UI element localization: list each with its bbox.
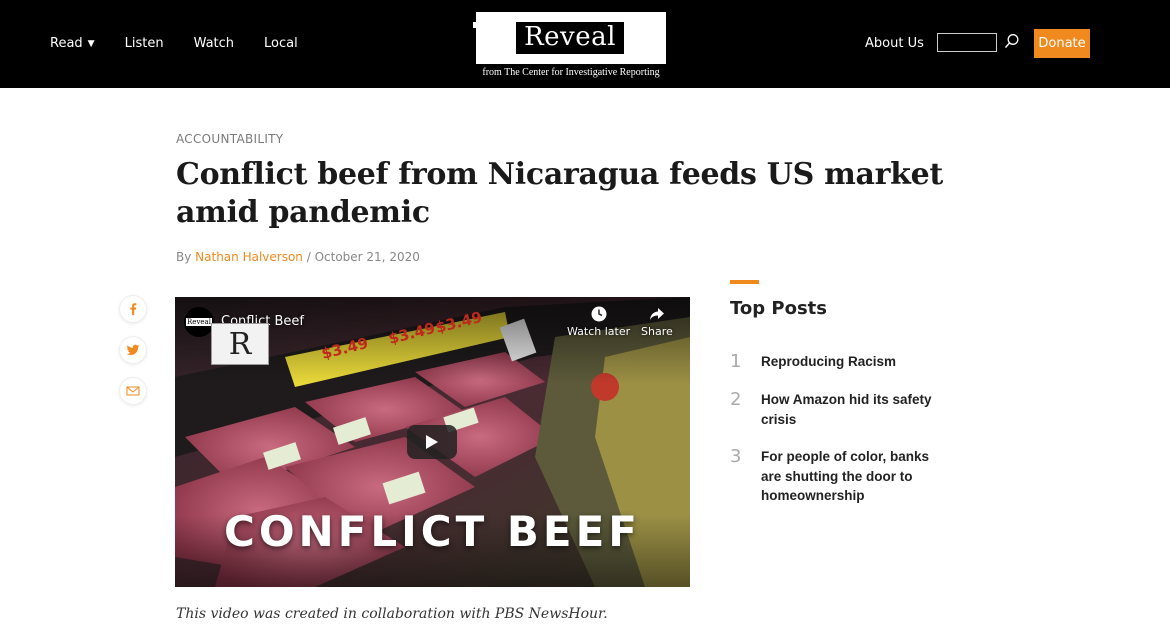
search-icon[interactable] (1004, 33, 1020, 49)
nav-local-label: Local (264, 36, 298, 51)
about-us-link[interactable]: About Us (865, 36, 924, 51)
share-video-label: Share (641, 325, 673, 338)
nav-read-label: Read (50, 36, 83, 51)
share-twitter-button[interactable] (119, 336, 147, 364)
post-title-link[interactable]: How Amazon hid its safety crisis (761, 390, 946, 429)
post-rank: 2 (730, 389, 742, 410)
nav-listen[interactable]: Listen (125, 36, 164, 51)
clock-icon (591, 306, 607, 322)
channel-logo[interactable]: Reveal (184, 307, 214, 337)
nav-local[interactable]: Local (264, 36, 298, 51)
watch-later-button[interactable]: Watch later (567, 305, 630, 338)
post-rank: 3 (730, 446, 742, 467)
post-title-link[interactable]: Reproducing Racism (761, 352, 946, 372)
site-header: Read ▼ Listen Watch Local Reveal from Th… (0, 0, 1170, 88)
share-email-button[interactable] (119, 377, 147, 405)
top-post-item[interactable]: 1 Reproducing Racism (730, 352, 946, 372)
nav-watch-label: Watch (193, 36, 235, 51)
sidebar-accent-bar (730, 280, 759, 284)
author-link[interactable]: Nathan Halverson (195, 250, 303, 264)
article-title: Conflict beef from Nicaragua feeds US ma… (176, 157, 943, 230)
post-title-link[interactable]: For people of color, banks are shutting … (761, 447, 946, 506)
nav-watch[interactable]: Watch (194, 36, 234, 51)
twitter-icon (126, 344, 140, 356)
video-credit-note: This video was created in collaboration … (176, 606, 608, 622)
nav-read[interactable]: Read ▼ (50, 36, 95, 51)
share-video-button[interactable]: Share (641, 305, 673, 338)
facebook-icon (130, 303, 137, 315)
byline: By Nathan Halverson / October 21, 2020 (176, 250, 420, 264)
video-overlay-text: CONFLICT BEEF (224, 507, 641, 556)
email-icon (126, 386, 140, 396)
search-input[interactable] (937, 33, 997, 52)
share-arrow-icon (649, 308, 664, 320)
top-post-item[interactable]: 3 For people of color, banks are shuttin… (730, 447, 946, 506)
video-player[interactable]: $3.49 $3.49 $3.49 Reveal Conflict Beef R W… (175, 297, 690, 587)
caret-down-icon: ▼ (87, 38, 95, 49)
byline-prefix: By (176, 250, 196, 264)
site-logo[interactable]: Reveal from The Center for Investigative… (473, 10, 668, 80)
primary-nav: Read ▼ Listen Watch Local (50, 36, 328, 51)
post-rank: 1 (730, 351, 742, 372)
top-post-item[interactable]: 2 How Amazon hid its safety crisis (730, 390, 946, 429)
article-category[interactable]: ACCOUNTABILITY (176, 132, 283, 146)
top-posts-heading: Top Posts (730, 298, 827, 319)
watch-later-label: Watch later (567, 325, 631, 338)
share-facebook-button[interactable] (119, 295, 147, 323)
channel-logo-text: Reveal (186, 318, 212, 326)
byline-sep: / (302, 250, 315, 264)
logo-wordmark: Reveal (516, 22, 624, 54)
nav-listen-label: Listen (124, 36, 164, 51)
logo-subtitle: from The Center for Investigative Report… (482, 67, 660, 78)
video-thumb-letter: R (211, 323, 269, 365)
play-button[interactable] (407, 425, 457, 459)
publish-date: October 21, 2020 (314, 250, 420, 264)
play-icon (426, 435, 438, 449)
donate-button[interactable]: Donate (1034, 29, 1090, 58)
